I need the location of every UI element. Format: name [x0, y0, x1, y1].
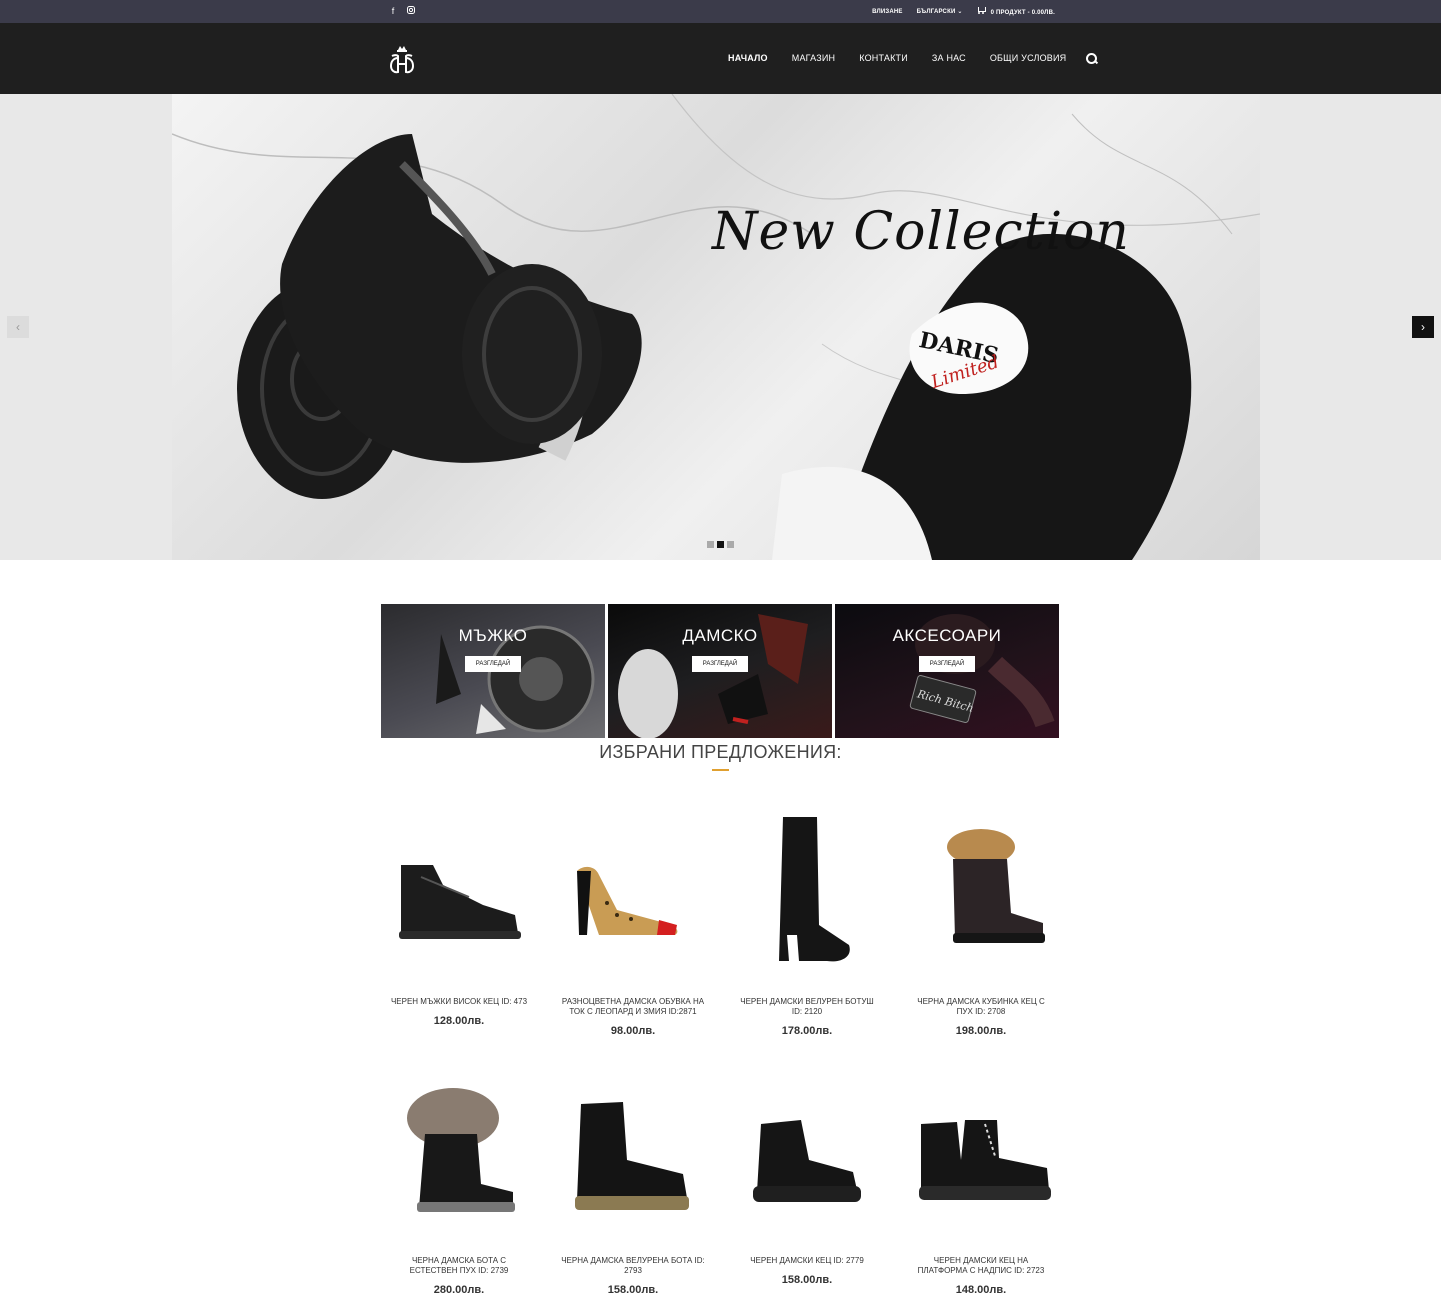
nav-item-terms[interactable]: ОБЩИ УСЛОВИЯ — [990, 53, 1067, 63]
product-card[interactable]: ЧЕРЕН ДАМСКИ КЕЦ НА ПЛАТФОРМА С НАДПИС I… — [895, 1064, 1067, 1296]
featured-title-underline — [712, 769, 729, 771]
product-card[interactable]: ЧЕРЕН ДАМСКИ ВЕЛУРЕН БОТУШ ID: 2120 178.… — [721, 805, 893, 1037]
product-price: 158.00лв. — [607, 1284, 659, 1296]
ankle-boot-icon[interactable] — [547, 1064, 719, 1244]
featured-title: ИЗБРАНИ ПРЕДЛОЖЕНИЯ: — [599, 742, 842, 762]
nav-item-home[interactable]: НАЧАЛО — [728, 53, 768, 63]
product-name[interactable]: ЧЕРНА ДАМСКА КУБИНКА КЕЦ С ПУХ ID: 2708 — [895, 997, 1067, 1017]
slider-dot-active[interactable] — [717, 541, 724, 548]
category-label: МЪЖКО — [458, 626, 528, 645]
product-price: 98.00лв. — [610, 1025, 656, 1037]
language-selector[interactable]: БЪЛГАРСКИ ⌄ — [917, 8, 963, 15]
chunky-sneaker-icon[interactable] — [721, 1064, 893, 1244]
slider-dot[interactable] — [707, 541, 714, 548]
product-name[interactable]: ЧЕРЕН ДАМСКИ ВЕЛУРЕН БОТУШ ID: 2120 — [721, 997, 893, 1017]
fur-boot-icon[interactable] — [373, 1064, 545, 1244]
chevron-left-icon: ‹ — [16, 320, 20, 334]
product-card[interactable]: ЧЕРНА ДАМСКА БОТА С ЕСТЕСТВЕН ПУХ ID: 27… — [373, 1064, 545, 1296]
slider-dot[interactable] — [727, 541, 734, 548]
product-price: 148.00лв. — [955, 1284, 1007, 1296]
search-icon[interactable] — [1086, 53, 1098, 64]
category-tile-accessories[interactable]: Rich Bitch АКСЕСОАРИ РАЗГЛЕДАЙ — [835, 604, 1059, 738]
site-header: НАЧАЛО МАГАЗИН КОНТАКТИ ЗА НАС ОБЩИ УСЛО… — [0, 23, 1441, 96]
category-view-button[interactable]: РАЗГЛЕДАЙ — [692, 656, 748, 672]
product-card[interactable]: ЧЕРНА ДАМСКА КУБИНКА КЕЦ С ПУХ ID: 2708 … — [895, 805, 1067, 1037]
instagram-icon[interactable] — [406, 6, 416, 16]
top-bar: f ВЛИЗАНЕ БЪЛГАРСКИ ⌄ 0 ПРОДУКТ - 0.00ЛВ… — [0, 0, 1441, 23]
product-card[interactable]: ЧЕРЕН МЪЖКИ ВИСОК КЕЦ ID: 473 128.00лв. — [373, 805, 545, 1027]
product-name[interactable]: ЧЕРНА ДАМСКА БОТА С ЕСТЕСТВЕН ПУХ ID: 27… — [373, 1256, 545, 1276]
category-tile-men[interactable]: МЪЖКО РАЗГЛЕДАЙ — [381, 604, 605, 738]
social-links: f — [388, 6, 416, 16]
product-price: 198.00лв. — [955, 1025, 1007, 1037]
cart-icon — [977, 7, 986, 14]
product-card[interactable]: ЧЕРНА ДАМСКА ВЕЛУРЕНА БОТА ID: 2793 158.… — [547, 1064, 719, 1296]
fur-boot-icon[interactable] — [895, 805, 1067, 985]
nav-item-about[interactable]: ЗА НАС — [932, 53, 966, 63]
logo[interactable] — [388, 44, 416, 76]
chevron-down-icon: ⌄ — [957, 9, 963, 15]
category-label: АКСЕСОАРИ — [892, 626, 1002, 645]
product-name[interactable]: РАЗНОЦВЕТНА ДАМСКА ОБУВКА НА ТОК С ЛЕОПА… — [547, 997, 719, 1017]
hero-slider: DARIS Limited New Collection ‹ › — [0, 94, 1441, 560]
product-price: 158.00лв. — [781, 1274, 833, 1286]
category-label: ДАМСКО — [682, 626, 758, 645]
chevron-right-icon: › — [1421, 320, 1425, 334]
pump-icon[interactable] — [547, 805, 719, 985]
product-name[interactable]: ЧЕРЕН ДАМСКИ КЕЦ НА ПЛАТФОРМА С НАДПИС I… — [895, 1256, 1067, 1276]
nav-item-contacts[interactable]: КОНТАКТИ — [859, 53, 908, 63]
category-tiles: МЪЖКО РАЗГЛЕДАЙ ДАМСКО РАЗГЛЕДАЙ Rich Bi… — [381, 604, 1059, 738]
product-price: 128.00лв. — [433, 1015, 485, 1027]
product-name[interactable]: ЧЕРНА ДАМСКА ВЕЛУРЕНА БОТА ID: 2793 — [547, 1256, 719, 1276]
product-name[interactable]: ЧЕРЕН ДАМСКИ КЕЦ ID: 2779 — [721, 1256, 893, 1266]
product-card[interactable]: ЧЕРЕН ДАМСКИ КЕЦ ID: 2779 158.00лв. — [721, 1064, 893, 1286]
facebook-icon[interactable]: f — [388, 6, 398, 16]
top-bar-right: ВЛИЗАНЕ БЪЛГАРСКИ ⌄ 0 ПРОДУКТ - 0.00ЛВ. — [872, 0, 1055, 23]
slider-prev-button[interactable]: ‹ — [7, 316, 29, 338]
slider-next-button[interactable]: › — [1412, 316, 1434, 338]
cart-summary: 0 ПРОДУКТ - 0.00ЛВ. — [990, 10, 1055, 16]
slider-dots — [707, 541, 734, 548]
product-name[interactable]: ЧЕРЕН МЪЖКИ ВИСОК КЕЦ ID: 473 — [373, 997, 545, 1007]
platform-sneaker-icon[interactable] — [895, 1064, 1067, 1244]
login-link[interactable]: ВЛИЗАНЕ — [872, 9, 903, 15]
category-view-button[interactable]: РАЗГЛЕДАЙ — [465, 656, 521, 672]
main-nav: НАЧАЛО МАГАЗИН КОНТАКТИ ЗА НАС ОБЩИ УСЛО… — [728, 53, 1098, 64]
product-price: 178.00лв. — [781, 1025, 833, 1037]
category-view-button[interactable]: РАЗГЛЕДАЙ — [919, 656, 975, 672]
language-label: БЪЛГАРСКИ — [916, 9, 956, 15]
category-tile-women[interactable]: ДАМСКО РАЗГЛЕДАЙ — [608, 604, 832, 738]
cart-link[interactable]: 0 ПРОДУКТ - 0.00ЛВ. — [977, 7, 1055, 16]
product-price: 280.00лв. — [433, 1284, 485, 1296]
sneaker-high-icon[interactable] — [373, 805, 545, 985]
product-card[interactable]: РАЗНОЦВЕТНА ДАМСКА ОБУВКА НА ТОК С ЛЕОПА… — [547, 805, 719, 1037]
hero-title: New Collection — [712, 202, 1130, 262]
knee-boot-icon[interactable] — [721, 805, 893, 985]
nav-item-shop[interactable]: МАГАЗИН — [792, 53, 835, 63]
hero-slide-image: DARIS Limited New Collection — [172, 94, 1260, 560]
